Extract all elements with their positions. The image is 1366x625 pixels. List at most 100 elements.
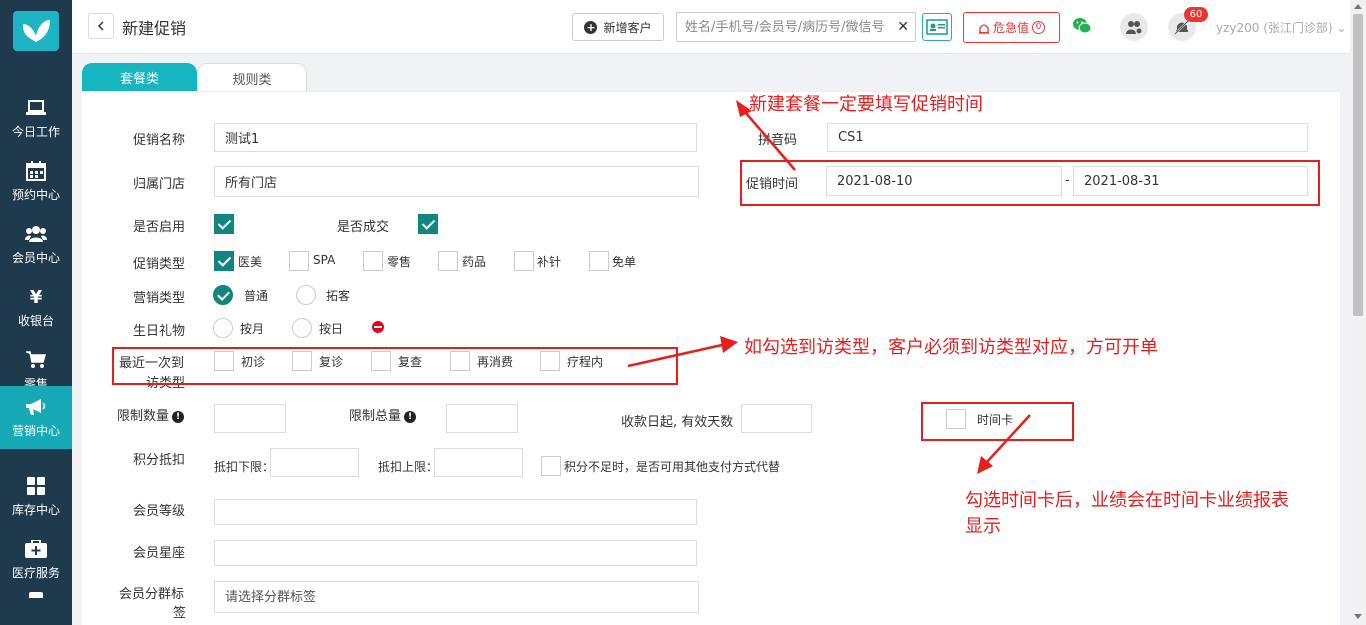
birthday-option: 按月 — [240, 322, 265, 336]
scroll-down-icon[interactable] — [1354, 614, 1362, 619]
promo-name-label: 促销名称 — [133, 133, 186, 148]
store-select[interactable] — [214, 166, 699, 197]
clear-icon[interactable]: ✕ — [897, 19, 909, 35]
limit-total-label: 限制总量! — [349, 405, 417, 424]
member-group-label: 会员分群标 — [119, 587, 185, 602]
time-card-annotation-cont: 显示 — [965, 516, 1001, 537]
sidebar-item-medical[interactable]: 医疗服务 — [0, 528, 72, 591]
birthday-radio[interactable] — [292, 318, 312, 338]
birthday-option: 按日 — [319, 322, 344, 336]
add-customer-label: 新增客户 — [603, 20, 652, 35]
valid-days-input[interactable] — [741, 404, 812, 433]
points-alt-label: 积分不足时，是否可用其他支付方式代替 — [564, 460, 781, 474]
back-button[interactable] — [88, 13, 114, 39]
store-label: 归属门店 — [133, 177, 186, 192]
search-input[interactable] — [677, 13, 892, 41]
promo-type-checkbox[interactable] — [363, 251, 383, 271]
sidebar-item-member[interactable]: 会员中心 — [0, 213, 72, 276]
butterfly-logo-icon — [22, 20, 50, 42]
laptop-icon — [25, 97, 47, 119]
promo-type-option: 医美 — [238, 255, 263, 269]
add-customer-button[interactable]: + 新增客户 — [572, 13, 664, 41]
info-icon[interactable]: ! — [404, 410, 417, 423]
member-star-label: 会员星座 — [133, 546, 186, 561]
calendar-icon — [25, 160, 47, 182]
info-icon[interactable]: ! — [172, 410, 185, 423]
limit-total-input[interactable] — [446, 404, 518, 433]
points-lower-input[interactable] — [270, 448, 359, 477]
critical-value-button[interactable]: 危急值 0 — [963, 12, 1060, 43]
promo-type-checkbox[interactable] — [214, 251, 234, 271]
page-title: 新建促销 — [122, 19, 187, 38]
user-menu[interactable]: yzy200 (张江门诊部) ⌄ — [1216, 19, 1346, 36]
member-level-label: 会员等级 — [133, 504, 186, 519]
chevron-left-icon — [97, 21, 104, 31]
birthday-radio[interactable] — [213, 318, 233, 338]
marketing-type-radio[interactable] — [213, 285, 233, 305]
promo-type-option: 药品 — [462, 255, 487, 269]
id-card-button[interactable] — [922, 13, 952, 41]
sidebar-item-label: 库存中心 — [11, 503, 60, 517]
promo-name-input[interactable] — [214, 123, 697, 152]
deal-checkbox[interactable] — [418, 214, 438, 234]
tab-rule[interactable]: 规则类 — [197, 63, 307, 92]
promo-type-checkbox[interactable] — [438, 251, 458, 271]
sidebar-item-inventory[interactable]: 库存中心 — [0, 465, 72, 528]
marketing-type-label: 营销类型 — [133, 291, 186, 306]
remove-icon[interactable] — [372, 321, 384, 333]
valid-days-label: 收款日起, 有效天数 — [621, 415, 734, 430]
grid-icon — [25, 475, 47, 497]
id-card-icon — [926, 19, 948, 35]
sidebar-item-appointment[interactable]: 预约中心 — [0, 150, 72, 213]
promo-type-checkbox[interactable] — [514, 251, 534, 271]
wechat-icon[interactable] — [1072, 17, 1092, 39]
sidebar-item-label: 预约中心 — [11, 188, 60, 202]
users-icon — [25, 223, 47, 245]
sidebar-item-label: 营销中心 — [11, 424, 60, 438]
critical-value-label: 危急值 — [992, 21, 1029, 35]
points-upper-label: 抵扣上限： — [378, 460, 439, 474]
promo-type-option: 免单 — [612, 255, 637, 269]
group-settings-icon[interactable] — [1120, 13, 1148, 41]
sidebar-item-label: 收银台 — [17, 314, 54, 328]
points-alt-checkbox[interactable] — [541, 456, 561, 476]
promo-type-checkbox[interactable] — [589, 251, 609, 271]
cart-icon — [25, 349, 47, 371]
tab-package[interactable]: 套餐类 — [82, 63, 197, 92]
promo-type-option: 零售 — [387, 255, 412, 269]
points-lower-label: 抵扣下限： — [214, 460, 275, 474]
enabled-checkbox[interactable] — [214, 214, 234, 234]
app-logo[interactable] — [13, 11, 59, 51]
sidebar-item-label: 今日工作 — [11, 125, 60, 139]
sidebar-item-label: 医疗服务 — [11, 566, 60, 580]
sidebar-item-cashier[interactable]: ¥ 收银台 — [0, 276, 72, 339]
birthday-gift-label: 生日礼物 — [133, 324, 186, 339]
critical-value-count: 0 — [1032, 21, 1045, 34]
sidebar: 今日工作 预约中心 会员中心 ¥ 收银台 零售 营销中心 库存中心 医疗服务 — [0, 0, 72, 625]
visit-type-highlight-box — [112, 347, 678, 385]
limit-qty-text: 限制数量 — [117, 409, 170, 424]
scroll-up-icon[interactable] — [1354, 4, 1362, 9]
promo-type-option: SPA — [313, 253, 336, 267]
marketing-type-radio[interactable] — [296, 285, 316, 305]
visit-type-annotation: 如勾选到访类型，客户必须到访类型对应，方可开单 — [744, 337, 1158, 358]
time-card-annotation: 勾选时间卡后，业绩会在时间卡业绩报表 — [965, 490, 1289, 511]
pinyin-label: 拼音码 — [758, 133, 798, 148]
promo-type-label: 促销类型 — [133, 257, 186, 272]
sidebar-item-today-work[interactable]: 今日工作 — [0, 87, 72, 150]
time-annotation: 新建套餐一定要填写促销时间 — [749, 94, 983, 115]
member-star-select[interactable] — [214, 540, 697, 566]
promo-type-checkbox[interactable] — [289, 251, 309, 271]
member-level-select[interactable] — [214, 499, 697, 525]
page-scrollbar[interactable] — [1350, 0, 1366, 625]
sidebar-item-marketing[interactable]: 营销中心 — [0, 386, 72, 449]
scroll-thumb[interactable] — [1353, 14, 1363, 316]
pinyin-input[interactable] — [827, 123, 1308, 152]
limit-qty-input[interactable] — [214, 404, 286, 433]
alert-icon — [978, 23, 989, 34]
promo-type-option: 补针 — [537, 255, 562, 269]
medical-kit-icon — [25, 538, 47, 560]
member-group-select[interactable] — [214, 581, 699, 613]
points-upper-input[interactable] — [434, 448, 523, 477]
more-icon — [29, 592, 43, 598]
